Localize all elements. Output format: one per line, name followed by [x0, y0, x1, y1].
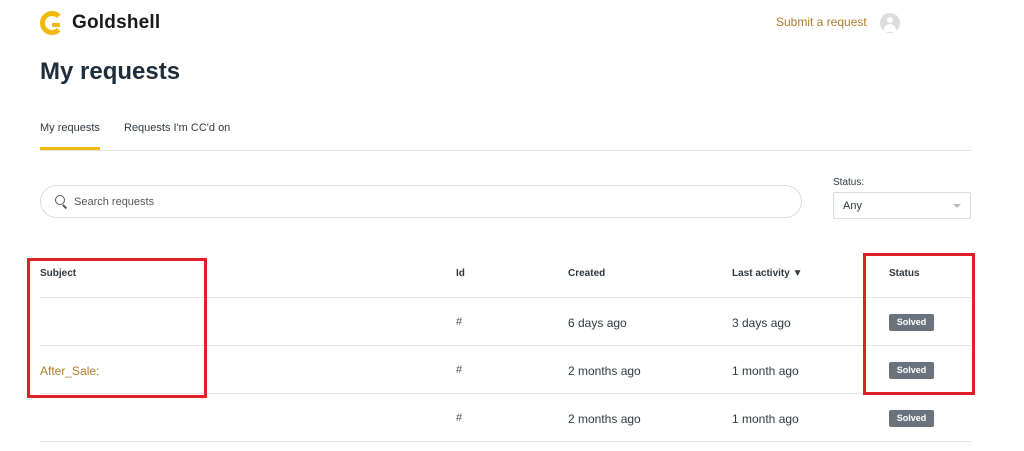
search-box[interactable]	[40, 185, 802, 218]
search-icon	[55, 195, 68, 208]
brand-logo[interactable]: Goldshell	[40, 8, 160, 38]
user-avatar-icon[interactable]	[880, 13, 900, 33]
chevron-down-icon	[953, 204, 961, 208]
tab-requests-cc[interactable]: Requests I'm CC'd on	[124, 122, 230, 147]
status-filter: Status: Any	[833, 177, 971, 219]
requests-table: Subject Id Created Last activity ▼ Statu…	[40, 254, 971, 442]
request-last-activity: 3 days ago	[732, 316, 791, 330]
request-subject-link[interactable]: After_Sale:	[40, 364, 99, 378]
request-created: 6 days ago	[568, 316, 627, 330]
table-row[interactable]: # 6 days ago 3 days ago Solved	[40, 298, 971, 346]
request-last-activity: 1 month ago	[732, 364, 799, 378]
column-header-subject[interactable]: Subject	[40, 268, 76, 279]
column-header-status[interactable]: Status	[889, 268, 920, 279]
table-row[interactable]: # 2 months ago 1 month ago Solved	[40, 394, 971, 442]
request-id: #	[456, 412, 463, 424]
request-tabs: My requests Requests I'm CC'd on	[40, 114, 971, 151]
column-header-id[interactable]: Id	[456, 268, 465, 279]
request-created: 2 months ago	[568, 412, 641, 426]
site-header: Goldshell Submit a request	[40, 8, 971, 38]
request-id: #	[456, 364, 463, 376]
status-badge: Solved	[889, 410, 934, 427]
column-header-created[interactable]: Created	[568, 268, 605, 279]
request-created: 2 months ago	[568, 364, 641, 378]
goldshell-logo-icon	[40, 11, 64, 35]
status-badge: Solved	[889, 314, 934, 331]
request-id: #	[456, 316, 463, 328]
brand-name: Goldshell	[72, 12, 161, 33]
status-select[interactable]: Any	[833, 192, 971, 219]
table-header-row: Subject Id Created Last activity ▼ Statu…	[40, 254, 971, 298]
status-select-value: Any	[843, 200, 862, 212]
table-row[interactable]: After_Sale: # 2 months ago 1 month ago S…	[40, 346, 971, 394]
tab-my-requests[interactable]: My requests	[40, 122, 100, 150]
submit-request-link[interactable]: Submit a request	[776, 15, 867, 29]
page-title: My requests	[40, 58, 181, 85]
status-badge: Solved	[889, 362, 934, 379]
column-header-last-activity[interactable]: Last activity ▼	[732, 268, 802, 279]
status-filter-label: Status:	[833, 177, 865, 188]
request-last-activity: 1 month ago	[732, 412, 799, 426]
search-input[interactable]	[74, 195, 774, 208]
